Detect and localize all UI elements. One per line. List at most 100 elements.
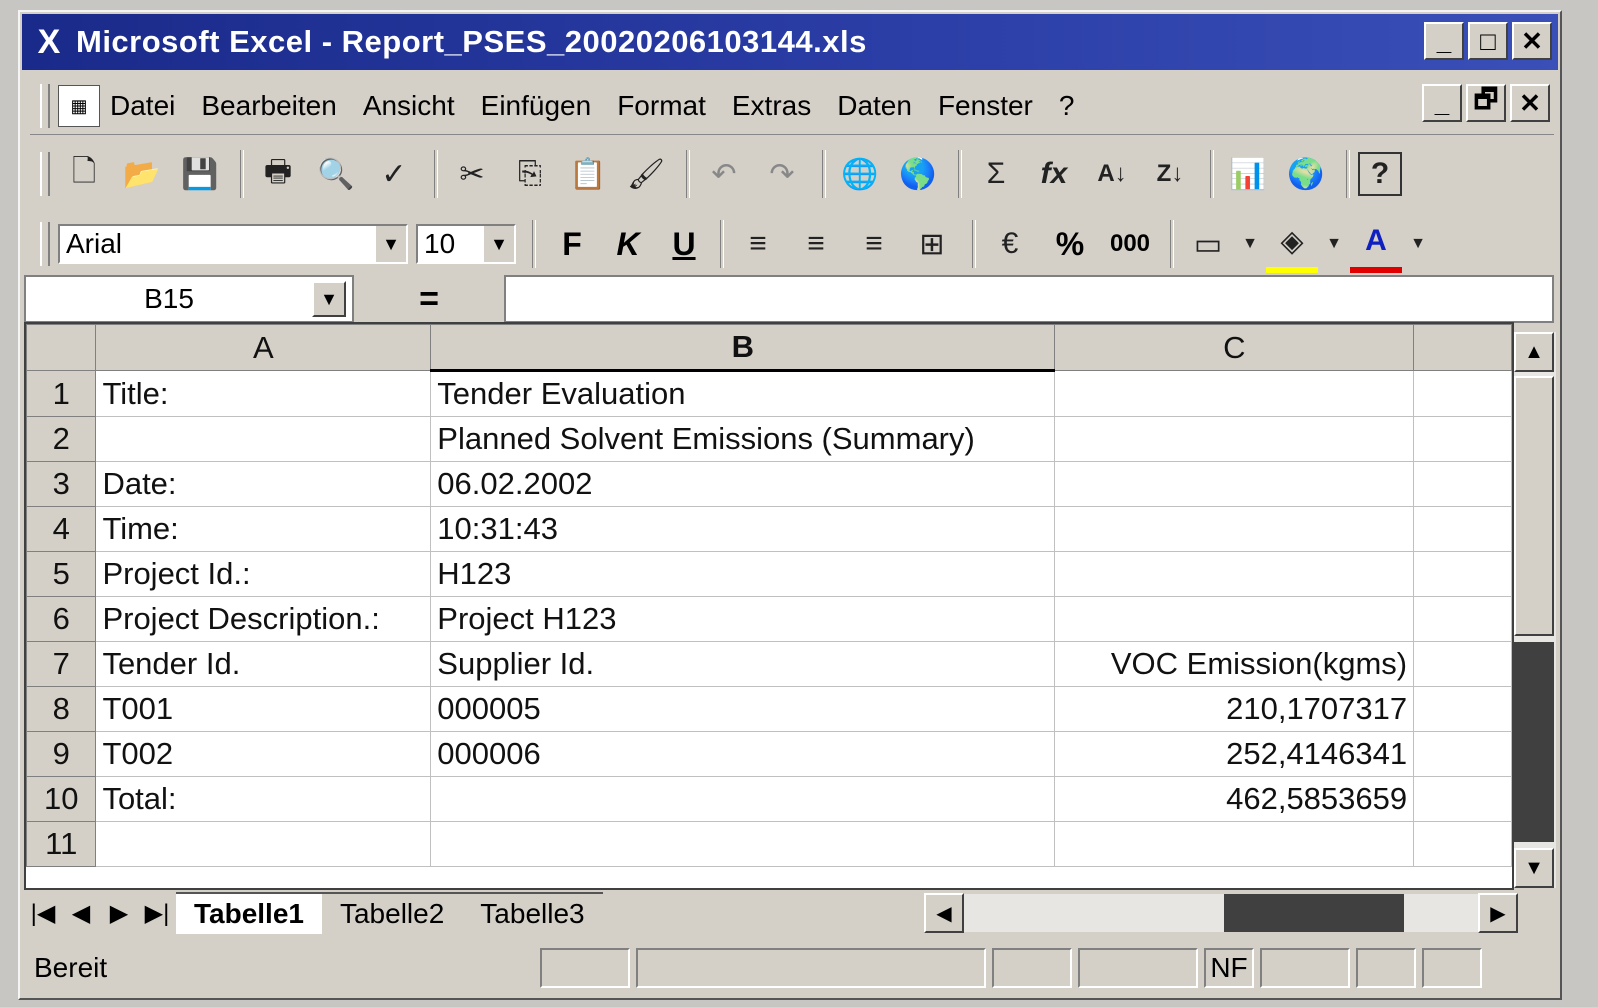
row-header[interactable]: 6 bbox=[26, 596, 97, 642]
cell-d7[interactable] bbox=[1413, 641, 1512, 687]
row-header[interactable]: 10 bbox=[26, 776, 97, 822]
cell-a9[interactable]: T002 bbox=[95, 731, 432, 777]
cell-c4[interactable] bbox=[1054, 506, 1415, 552]
cell-c5[interactable] bbox=[1054, 551, 1415, 597]
chevron-down-icon[interactable]: ▼ bbox=[1324, 218, 1344, 270]
cell-a10[interactable]: Total: bbox=[95, 776, 432, 822]
cell-c7[interactable]: VOC Emission(kgms) bbox=[1054, 641, 1415, 687]
close-button[interactable]: ✕ bbox=[1512, 22, 1552, 60]
menu-format[interactable]: Format bbox=[617, 90, 706, 122]
row-header[interactable]: 4 bbox=[26, 506, 97, 552]
cell-a4[interactable]: Time: bbox=[95, 506, 432, 552]
cell-d3[interactable] bbox=[1413, 461, 1512, 507]
cell-a8[interactable]: T001 bbox=[95, 686, 432, 732]
cell-d1[interactable] bbox=[1413, 370, 1512, 417]
cut-icon[interactable]: ✂ bbox=[446, 148, 498, 200]
save-icon[interactable]: 💾 bbox=[174, 148, 226, 200]
cell-b8[interactable]: 000005 bbox=[430, 686, 1056, 732]
vertical-scrollbar[interactable]: ▲ ▼ bbox=[1514, 332, 1556, 888]
menu-datei[interactable]: Datei bbox=[110, 90, 175, 122]
open-icon[interactable]: 📂 bbox=[116, 148, 168, 200]
underline-button[interactable]: U bbox=[656, 226, 712, 263]
row-header[interactable]: 2 bbox=[26, 416, 97, 462]
menu-bearbeiten[interactable]: Bearbeiten bbox=[201, 90, 336, 122]
scroll-track[interactable] bbox=[1514, 642, 1554, 842]
cell-a7[interactable]: Tender Id. bbox=[95, 641, 432, 687]
cell-b10[interactable] bbox=[430, 776, 1056, 822]
row-header[interactable]: 9 bbox=[26, 731, 97, 777]
print-preview-icon[interactable]: 🔍 bbox=[310, 148, 362, 200]
merge-center-icon[interactable]: ⊞ bbox=[906, 218, 958, 270]
chevron-down-icon[interactable]: ▼ bbox=[312, 281, 346, 317]
chevron-down-icon[interactable]: ▼ bbox=[1240, 218, 1260, 270]
cell-c9[interactable]: 252,4146341 bbox=[1054, 731, 1415, 777]
percent-button[interactable]: % bbox=[1042, 226, 1098, 263]
doc-close-button[interactable]: ✕ bbox=[1510, 84, 1550, 122]
sort-descending-icon[interactable]: Z↓ bbox=[1144, 148, 1196, 200]
menu-daten[interactable]: Daten bbox=[837, 90, 912, 122]
menu-grip[interactable] bbox=[40, 84, 50, 128]
edit-formula-button[interactable]: = bbox=[354, 275, 504, 323]
row-header[interactable]: 1 bbox=[26, 370, 97, 417]
cell-b11[interactable] bbox=[430, 821, 1056, 867]
cell-b9[interactable]: 000006 bbox=[430, 731, 1056, 777]
menu-einfuegen[interactable]: Einfügen bbox=[481, 90, 592, 122]
copy-icon[interactable]: ⎘ bbox=[504, 148, 556, 200]
menu-help[interactable]: ? bbox=[1059, 90, 1075, 122]
function-icon[interactable]: fx bbox=[1028, 148, 1080, 200]
menu-extras[interactable]: Extras bbox=[732, 90, 811, 122]
autosum-icon[interactable]: Σ bbox=[970, 148, 1022, 200]
row-header[interactable]: 7 bbox=[26, 641, 97, 687]
font-size-select[interactable]: 10 ▼ bbox=[416, 224, 516, 264]
row-header[interactable]: 3 bbox=[26, 461, 97, 507]
cell-d5[interactable] bbox=[1413, 551, 1512, 597]
scroll-right-icon[interactable]: ▶ bbox=[1478, 893, 1518, 933]
chart-wizard-icon[interactable]: 📊 bbox=[1222, 148, 1274, 200]
horizontal-scrollbar[interactable]: ◀ ▶ bbox=[924, 893, 1518, 933]
bold-button[interactable]: F bbox=[544, 226, 600, 263]
cell-b7[interactable]: Supplier Id. bbox=[430, 641, 1056, 687]
scroll-track[interactable] bbox=[1224, 894, 1404, 932]
chevron-down-icon[interactable]: ▼ bbox=[1408, 218, 1428, 270]
cell-d2[interactable] bbox=[1413, 416, 1512, 462]
scroll-up-icon[interactable]: ▲ bbox=[1514, 332, 1554, 372]
next-sheet-icon[interactable]: ▶ bbox=[100, 893, 138, 933]
currency-icon[interactable]: € bbox=[984, 218, 1036, 270]
align-left-icon[interactable]: ≡ bbox=[732, 218, 784, 270]
name-box[interactable]: B15 ▼ bbox=[24, 275, 354, 323]
new-icon[interactable]: 🗋 bbox=[58, 148, 110, 200]
cell-b4[interactable]: 10:31:43 bbox=[430, 506, 1056, 552]
toolbar-grip[interactable] bbox=[40, 152, 50, 196]
row-header[interactable]: 11 bbox=[26, 821, 97, 867]
cell-d4[interactable] bbox=[1413, 506, 1512, 552]
scroll-left-icon[interactable]: ◀ bbox=[924, 893, 964, 933]
cell-d9[interactable] bbox=[1413, 731, 1512, 777]
scroll-down-icon[interactable]: ▼ bbox=[1514, 848, 1554, 888]
align-right-icon[interactable]: ≡ bbox=[848, 218, 900, 270]
cell-a3[interactable]: Date: bbox=[95, 461, 432, 507]
cell-d10[interactable] bbox=[1413, 776, 1512, 822]
excel-icon[interactable]: X bbox=[30, 23, 68, 61]
menu-ansicht[interactable]: Ansicht bbox=[363, 90, 455, 122]
cell-d8[interactable] bbox=[1413, 686, 1512, 732]
select-all-corner[interactable] bbox=[26, 324, 97, 371]
cell-a2[interactable] bbox=[95, 416, 432, 462]
undo-icon[interactable]: ↶ bbox=[698, 148, 750, 200]
fill-color-icon[interactable]: ◈ bbox=[1266, 215, 1318, 273]
sort-ascending-icon[interactable]: A↓ bbox=[1086, 148, 1138, 200]
worksheet-grid[interactable]: A B C 1 Title: Tender Evaluation 2 Planned … bbox=[24, 322, 1514, 890]
web-icon[interactable]: 🌐 bbox=[834, 148, 886, 200]
tab-tabelle3[interactable]: Tabelle3 bbox=[462, 892, 603, 934]
cell-d11[interactable] bbox=[1413, 821, 1512, 867]
last-sheet-icon[interactable]: ▶| bbox=[138, 893, 176, 933]
cell-b6[interactable]: Project H123 bbox=[430, 596, 1056, 642]
cell-a6[interactable]: Project Description.: bbox=[95, 596, 432, 642]
maximize-button[interactable]: □ bbox=[1468, 22, 1508, 60]
chevron-down-icon[interactable]: ▼ bbox=[376, 226, 406, 262]
cell-b1[interactable]: Tender Evaluation bbox=[430, 370, 1056, 417]
font-name-select[interactable]: Arial ▼ bbox=[58, 224, 408, 264]
formula-input[interactable] bbox=[504, 275, 1554, 323]
doc-restore-button[interactable]: 🗗 bbox=[1466, 84, 1506, 122]
cell-c11[interactable] bbox=[1054, 821, 1415, 867]
column-header-d[interactable] bbox=[1413, 324, 1512, 371]
